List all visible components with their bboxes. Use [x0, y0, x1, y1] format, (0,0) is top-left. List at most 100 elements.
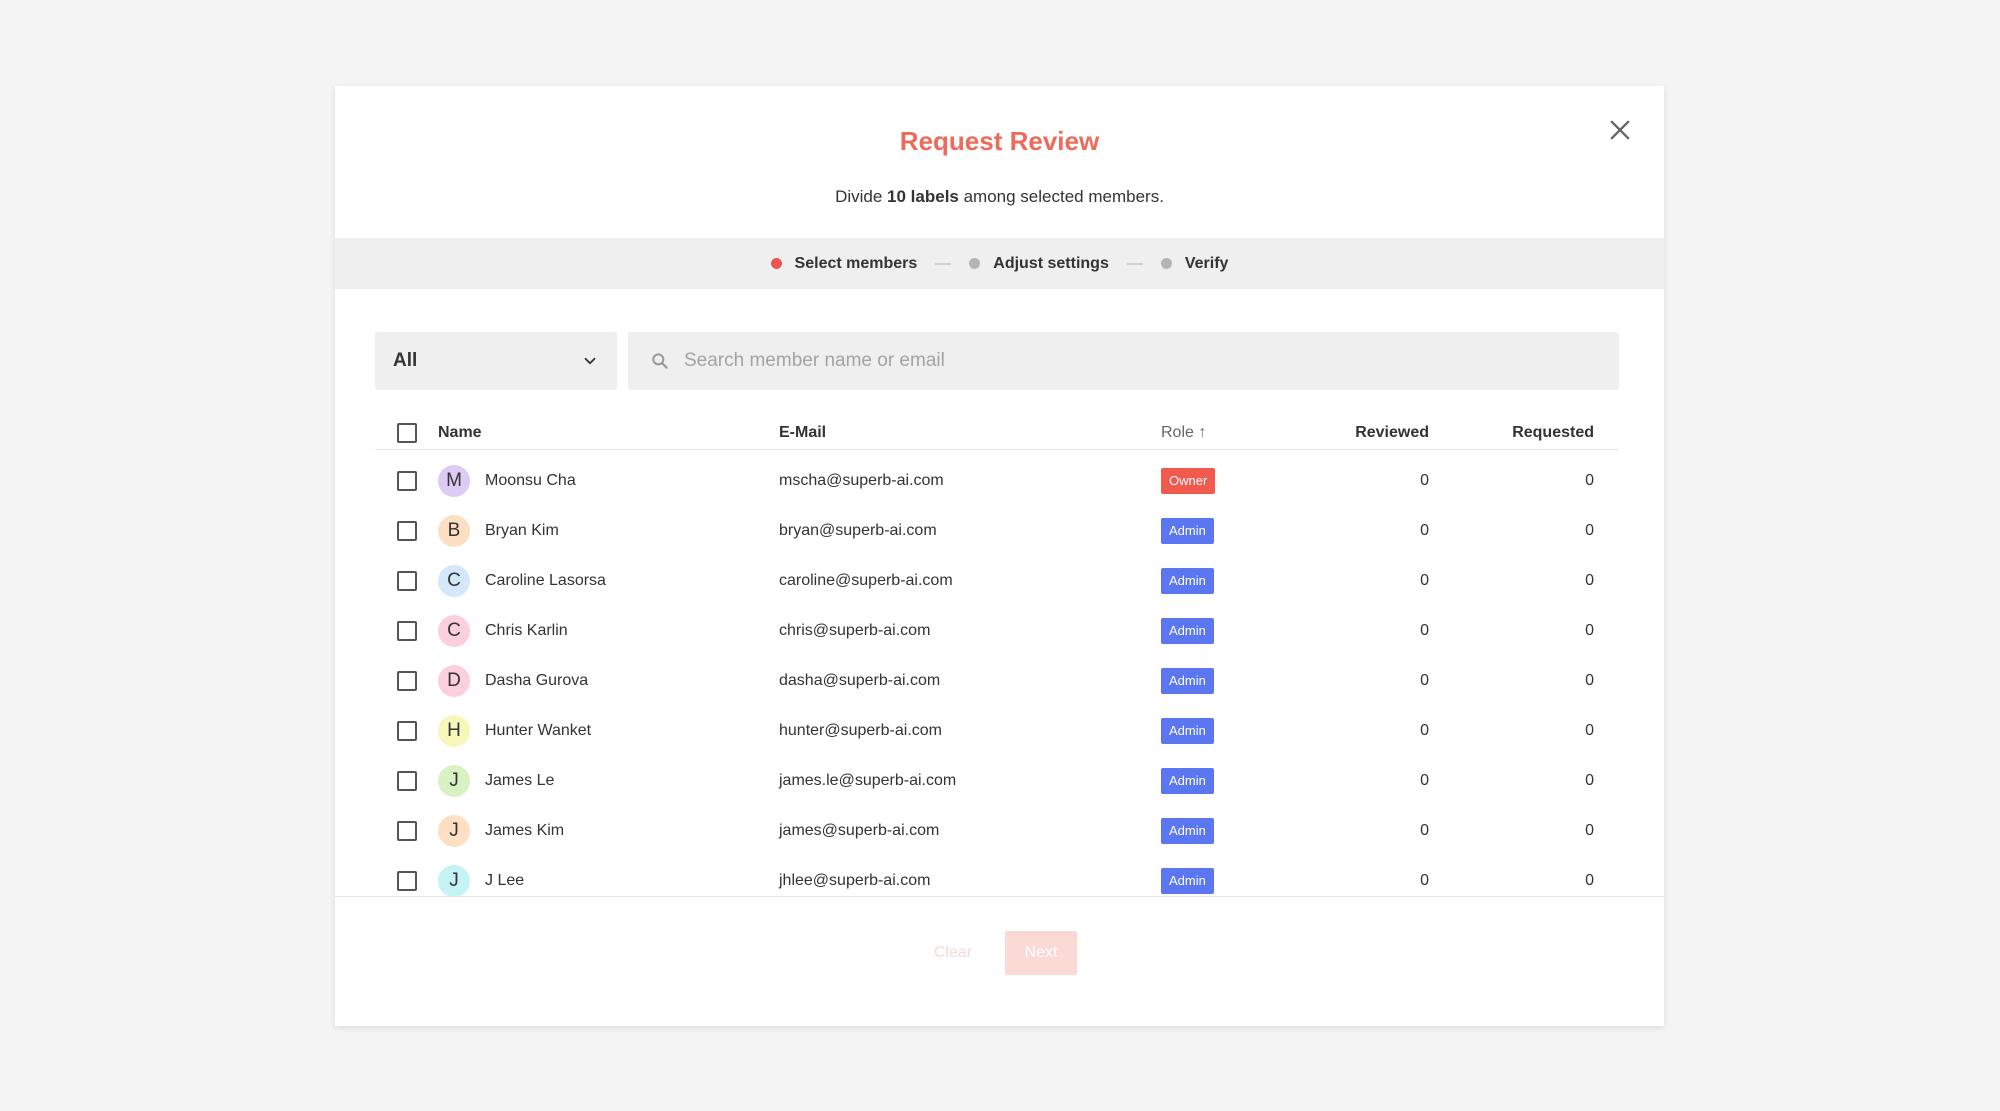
member-name: Bryan Kim [485, 522, 559, 539]
select-all-checkbox[interactable] [397, 423, 417, 443]
role-header-label: Role [1161, 424, 1194, 441]
table-header: Name E-Mail Role ↑ Reviewed Requested [375, 416, 1619, 450]
subtitle-prefix: Divide [835, 187, 888, 206]
requested-count: 0 [1585, 872, 1594, 889]
table-row[interactable]: D Dasha Gurova dasha@superb-ai.com Admin 0 0 [375, 656, 1619, 706]
column-header-role[interactable]: Role ↑ [1161, 424, 1206, 442]
reviewed-count: 0 [1420, 522, 1429, 539]
avatar: C [438, 565, 470, 597]
requested-count: 0 [1585, 672, 1594, 689]
step-active-dot [770, 258, 782, 269]
stepper: Select members Adjust settings Verify [335, 238, 1664, 289]
table-row[interactable]: M Moonsu Cha mscha@superb-ai.com Owner 0 0 [375, 456, 1619, 506]
member-email: chris@superb-ai.com [779, 622, 931, 639]
member-email: james.le@superb-ai.com [779, 772, 957, 789]
row-checkbox[interactable] [397, 621, 417, 641]
member-email: bryan@superb-ai.com [779, 522, 937, 539]
column-header-requested[interactable]: Requested [1512, 424, 1594, 442]
member-email: mscha@superb-ai.com [779, 472, 944, 489]
sort-arrow-up-icon: ↑ [1198, 424, 1207, 441]
member-name: James Le [485, 772, 555, 789]
requested-count: 0 [1585, 522, 1594, 539]
avatar: B [438, 515, 470, 547]
requested-count: 0 [1585, 772, 1594, 789]
role-badge: Admin [1161, 668, 1214, 694]
avatar: J [438, 865, 470, 897]
reviewed-count: 0 [1420, 572, 1429, 589]
clear-button[interactable]: Clear [917, 931, 989, 975]
member-email: dasha@superb-ai.com [779, 672, 941, 689]
row-checkbox[interactable] [397, 521, 417, 541]
role-badge: Owner [1161, 468, 1216, 494]
member-name: Moonsu Cha [485, 472, 576, 489]
table-row[interactable]: C Chris Karlin chris@superb-ai.com Admin 0 0 [375, 606, 1619, 656]
table-row[interactable]: J J Lee jhlee@superb-ai.com Admin 0 0 [375, 856, 1619, 906]
role-badge: Admin [1161, 518, 1214, 544]
row-checkbox[interactable] [397, 571, 417, 591]
member-email: james@superb-ai.com [779, 822, 940, 839]
row-checkbox[interactable] [397, 771, 417, 791]
search-icon [652, 353, 668, 369]
search-input[interactable] [684, 350, 1584, 372]
table-row[interactable]: J James Kim james@superb-ai.com Admin 0 0 [375, 806, 1619, 856]
reviewed-count: 0 [1420, 622, 1429, 639]
requested-count: 0 [1585, 622, 1594, 639]
member-name: Chris Karlin [485, 622, 568, 639]
step-separator [1126, 262, 1143, 265]
table-row[interactable]: H Hunter Wanket hunter@superb-ai.com Admin 0… [375, 706, 1619, 756]
avatar: D [438, 665, 470, 697]
role-badge: Admin [1161, 568, 1214, 594]
avatar: H [438, 715, 470, 747]
member-name: Caroline Lasorsa [485, 572, 606, 589]
table-row[interactable]: B Bryan Kim bryan@superb-ai.com Admin 0 0 [375, 506, 1619, 556]
next-button[interactable]: Next [1005, 931, 1077, 975]
avatar: C [438, 615, 470, 647]
column-header-reviewed[interactable]: Reviewed [1355, 424, 1429, 442]
reviewed-count: 0 [1420, 472, 1429, 489]
step-inactive-dot [1160, 258, 1172, 269]
step-inactive-dot [969, 258, 981, 269]
row-checkbox[interactable] [397, 471, 417, 491]
avatar: J [438, 765, 470, 797]
chevron-down-icon [584, 357, 596, 365]
reviewed-count: 0 [1420, 772, 1429, 789]
row-checkbox[interactable] [397, 821, 417, 841]
role-badge: Admin [1161, 868, 1214, 894]
role-filter-value: All [393, 350, 418, 371]
role-filter-select[interactable]: All [375, 332, 617, 390]
row-checkbox[interactable] [397, 871, 417, 891]
footer-divider [335, 896, 1664, 897]
role-badge: Admin [1161, 768, 1214, 794]
modal-title: Request Review [899, 126, 1100, 156]
step-label: Select members [794, 254, 918, 272]
requested-count: 0 [1585, 572, 1594, 589]
member-email: jhlee@superb-ai.com [779, 872, 931, 889]
step-verify: Verify [1160, 254, 1229, 273]
request-review-modal: Request Review Divide 10 labels among se… [335, 86, 1664, 1026]
table-row[interactable]: J James Le james.le@superb-ai.com Admin 0 0 [375, 756, 1619, 806]
reviewed-count: 0 [1420, 872, 1429, 889]
subtitle-label-count: 10 labels [887, 187, 959, 206]
member-search[interactable] [628, 332, 1619, 390]
role-badge: Admin [1161, 818, 1214, 844]
step-label: Verify [1184, 254, 1229, 272]
member-name: Hunter Wanket [485, 722, 592, 739]
step-adjust-settings: Adjust settings [969, 255, 1109, 273]
table-row[interactable]: C Caroline Lasorsa caroline@superb-ai.com A… [375, 556, 1619, 606]
reviewed-count: 0 [1420, 722, 1429, 739]
step-separator [935, 262, 952, 265]
column-header-name[interactable]: Name [438, 424, 482, 442]
row-checkbox[interactable] [397, 671, 417, 691]
row-checkbox[interactable] [397, 721, 417, 741]
member-name: J Lee [485, 872, 525, 889]
avatar: J [438, 815, 470, 847]
reviewed-count: 0 [1420, 672, 1429, 689]
member-name: James Kim [485, 822, 565, 839]
subtitle-suffix: among selected members. [958, 187, 1164, 206]
column-header-email[interactable]: E-Mail [779, 424, 826, 442]
role-badge: Admin [1161, 618, 1214, 644]
member-email: caroline@superb-ai.com [779, 572, 953, 589]
member-email: hunter@superb-ai.com [779, 722, 942, 739]
avatar: M [438, 465, 470, 497]
modal-subtitle: Divide 10 labels among selected members. [335, 187, 1664, 207]
